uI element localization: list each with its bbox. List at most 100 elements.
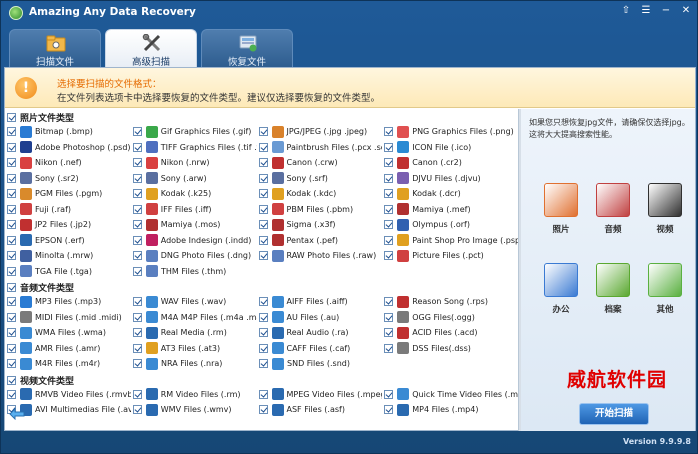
file-type-item[interactable]: M4R Files (.m4r)	[5, 356, 131, 372]
tab-advanced-scan[interactable]: 高级扫描	[105, 29, 197, 68]
file-type-list[interactable]: 照片文件类型 Bitmap (.bmp) Gif Graphics Files (.…	[5, 109, 519, 431]
file-type-checkbox[interactable]	[384, 251, 394, 261]
file-type-checkbox[interactable]	[132, 189, 142, 199]
file-type-item[interactable]: Fuji (.raf)	[5, 202, 131, 218]
file-type-checkbox[interactable]	[132, 173, 142, 183]
file-type-item[interactable]: TIFF Graphics Files (.tif .tiff)	[131, 140, 257, 156]
file-type-item[interactable]: Canon (.crw)	[257, 155, 383, 171]
file-type-item[interactable]: ACID Files (.acd)	[382, 325, 518, 341]
file-type-item[interactable]: EPSON (.erf)	[5, 233, 131, 249]
group-header[interactable]: 照片文件类型	[5, 111, 518, 124]
file-type-item[interactable]: DNG Photo Files (.dng)	[131, 248, 257, 264]
file-type-item[interactable]: PNG Graphics Files (.png)	[382, 124, 518, 140]
file-type-item[interactable]: WMV Files (.wmv)	[131, 402, 257, 418]
file-type-checkbox[interactable]	[7, 359, 16, 369]
file-type-item[interactable]: CAFF Files (.caf)	[257, 341, 383, 357]
file-type-checkbox[interactable]	[384, 127, 394, 137]
file-type-checkbox[interactable]	[258, 158, 268, 168]
file-type-item[interactable]: Olympus (.orf)	[382, 217, 518, 233]
file-type-item[interactable]: AU Files (.au)	[257, 310, 383, 326]
file-type-checkbox[interactable]	[384, 204, 394, 214]
category-video[interactable]: 视频	[639, 183, 691, 263]
file-type-item[interactable]: MP3 Files (.mp3)	[5, 294, 131, 310]
file-type-checkbox[interactable]	[132, 220, 142, 230]
category-office[interactable]: 办公	[535, 263, 587, 343]
file-type-checkbox[interactable]	[132, 297, 142, 307]
file-type-checkbox[interactable]	[384, 173, 394, 183]
file-type-checkbox[interactable]	[132, 328, 142, 338]
file-type-checkbox[interactable]	[132, 235, 142, 245]
file-type-checkbox[interactable]	[7, 142, 16, 152]
file-type-checkbox[interactable]	[7, 189, 16, 199]
file-type-item[interactable]: Minolta (.mrw)	[5, 248, 131, 264]
file-type-item[interactable]: SND Files (.snd)	[257, 356, 383, 372]
file-type-item[interactable]: Paintbrush Files (.pcx .scr)	[257, 140, 382, 156]
file-type-item[interactable]: Sigma (.x3f)	[257, 217, 383, 233]
file-type-checkbox[interactable]	[384, 328, 394, 338]
file-type-checkbox[interactable]	[258, 405, 268, 415]
file-type-checkbox[interactable]	[384, 158, 394, 168]
file-type-item[interactable]: MPEG Video Files (.mpeg)	[257, 387, 382, 403]
menu-icon[interactable]: ☰	[639, 4, 653, 18]
file-type-item[interactable]: JP2 Files (.jp2)	[5, 217, 131, 233]
file-type-checkbox[interactable]	[258, 173, 268, 183]
file-type-item[interactable]: Kodak (.kdc)	[257, 186, 383, 202]
tab-recover-files[interactable]: 恢复文件	[201, 29, 293, 68]
file-type-item[interactable]: Bitmap (.bmp)	[5, 124, 131, 140]
minimize-icon[interactable]: −	[659, 4, 673, 18]
file-type-item[interactable]: RMVB Video Files (.rmvb)	[5, 387, 131, 403]
file-type-item[interactable]: OGG Files(.ogg)	[382, 310, 518, 326]
group-checkbox[interactable]	[7, 113, 16, 122]
file-type-item[interactable]: Pentax (.pef)	[257, 233, 383, 249]
file-type-item[interactable]: RM Video Files (.rm)	[131, 387, 257, 403]
file-type-checkbox[interactable]	[132, 204, 142, 214]
file-type-checkbox[interactable]	[132, 389, 142, 399]
file-type-checkbox[interactable]	[132, 158, 142, 168]
file-type-item[interactable]: DJVU Files (.djvu)	[382, 171, 518, 187]
file-type-checkbox[interactable]	[384, 405, 394, 415]
back-button[interactable]: 上一	[9, 404, 48, 424]
file-type-checkbox[interactable]	[7, 328, 16, 338]
start-scan-button[interactable]: 开始扫描	[579, 403, 649, 425]
file-type-item[interactable]: MP4 Files (.mp4)	[382, 402, 518, 418]
file-type-checkbox[interactable]	[7, 251, 16, 261]
file-type-item[interactable]: DSS Files(.dss)	[382, 341, 518, 357]
file-type-checkbox[interactable]	[258, 389, 268, 399]
file-type-checkbox[interactable]	[258, 204, 268, 214]
file-type-checkbox[interactable]	[7, 343, 16, 353]
file-type-item[interactable]: Sony (.srf)	[257, 171, 383, 187]
file-type-item[interactable]: Kodak (.k25)	[131, 186, 257, 202]
file-type-checkbox[interactable]	[258, 142, 268, 152]
file-type-item[interactable]: RAW Photo Files (.raw)	[257, 248, 383, 264]
file-type-item[interactable]: ASF Files (.asf)	[257, 402, 383, 418]
file-type-checkbox[interactable]	[258, 127, 268, 137]
file-type-item[interactable]: Adobe Photoshop (.psd)	[5, 140, 131, 156]
file-type-item[interactable]: IFF Files (.iff)	[131, 202, 257, 218]
file-type-checkbox[interactable]	[258, 312, 268, 322]
file-type-checkbox[interactable]	[7, 389, 16, 399]
file-type-checkbox[interactable]	[7, 312, 16, 322]
file-type-checkbox[interactable]	[7, 220, 16, 230]
file-type-item[interactable]: Paint Shop Pro Image (.psp)	[382, 233, 518, 249]
file-type-checkbox[interactable]	[384, 389, 394, 399]
category-other[interactable]: 其他	[639, 263, 691, 343]
file-type-item[interactable]: Real Audio (.ra)	[257, 325, 383, 341]
file-type-checkbox[interactable]	[384, 142, 394, 152]
upload-icon[interactable]: ⇧	[619, 4, 633, 18]
file-type-checkbox[interactable]	[132, 251, 142, 261]
file-type-checkbox[interactable]	[384, 297, 394, 307]
category-archive[interactable]: 档案	[587, 263, 639, 343]
file-type-item[interactable]: AIFF Files (.aiff)	[257, 294, 383, 310]
file-type-item[interactable]: AMR Files (.amr)	[5, 341, 131, 357]
category-photo[interactable]: 照片	[535, 183, 587, 263]
file-type-item[interactable]: THM Files (.thm)	[131, 264, 257, 280]
group-checkbox[interactable]	[7, 283, 16, 292]
file-type-item[interactable]: Nikon (.nrw)	[131, 155, 257, 171]
file-type-item[interactable]: Reason Song (.rps)	[382, 294, 518, 310]
file-type-checkbox[interactable]	[133, 359, 142, 369]
file-type-item[interactable]: Adobe Indesign (.indd)	[131, 233, 257, 249]
file-type-item[interactable]: Mamiya (.mos)	[131, 217, 257, 233]
file-type-checkbox[interactable]	[132, 312, 142, 322]
group-header[interactable]: 视频文件类型	[5, 374, 518, 387]
file-type-checkbox[interactable]	[384, 312, 394, 322]
